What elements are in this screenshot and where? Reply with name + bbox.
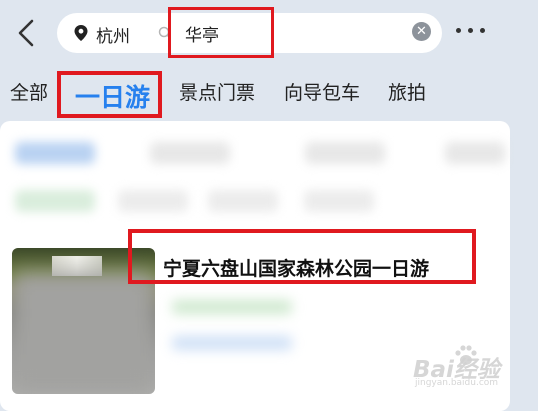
blurred-filter	[208, 190, 278, 212]
chevron-left-icon	[18, 19, 34, 47]
blurred-filter	[305, 142, 385, 164]
tab-guide-car[interactable]: 向导包车	[284, 78, 360, 105]
blurred-filter	[304, 190, 374, 212]
blurred-filter	[150, 142, 230, 164]
tab-tickets[interactable]: 景点门票	[179, 78, 255, 105]
top-bar: 杭州 ✕ 华亭	[0, 0, 538, 66]
blurred-filter	[118, 190, 188, 212]
blurred-filter	[15, 142, 95, 164]
more-options-button[interactable]	[456, 28, 486, 38]
city-selector[interactable]: 杭州	[96, 22, 130, 47]
blurred-filter	[445, 142, 505, 164]
keyword-highlight-box	[168, 7, 274, 58]
back-button[interactable]	[12, 16, 42, 50]
watermark-url: jingyan.baidu.com	[415, 378, 499, 388]
tab-travel-photo[interactable]: 旅拍	[388, 78, 426, 105]
clear-search-button[interactable]: ✕	[412, 22, 431, 41]
location-pin-icon	[74, 25, 88, 41]
close-icon: ✕	[416, 24, 427, 39]
tab-all[interactable]: 全部	[10, 78, 48, 105]
active-tab-highlight-box	[57, 71, 162, 118]
baidu-jingyan-watermark: Bai经验 jingyan.baidu.com	[413, 344, 525, 400]
title-highlight-box	[128, 229, 476, 284]
blurred-tags	[172, 336, 292, 350]
more-dots-icon	[456, 28, 461, 33]
blurred-tags	[172, 300, 292, 314]
blurred-filter	[15, 190, 95, 212]
